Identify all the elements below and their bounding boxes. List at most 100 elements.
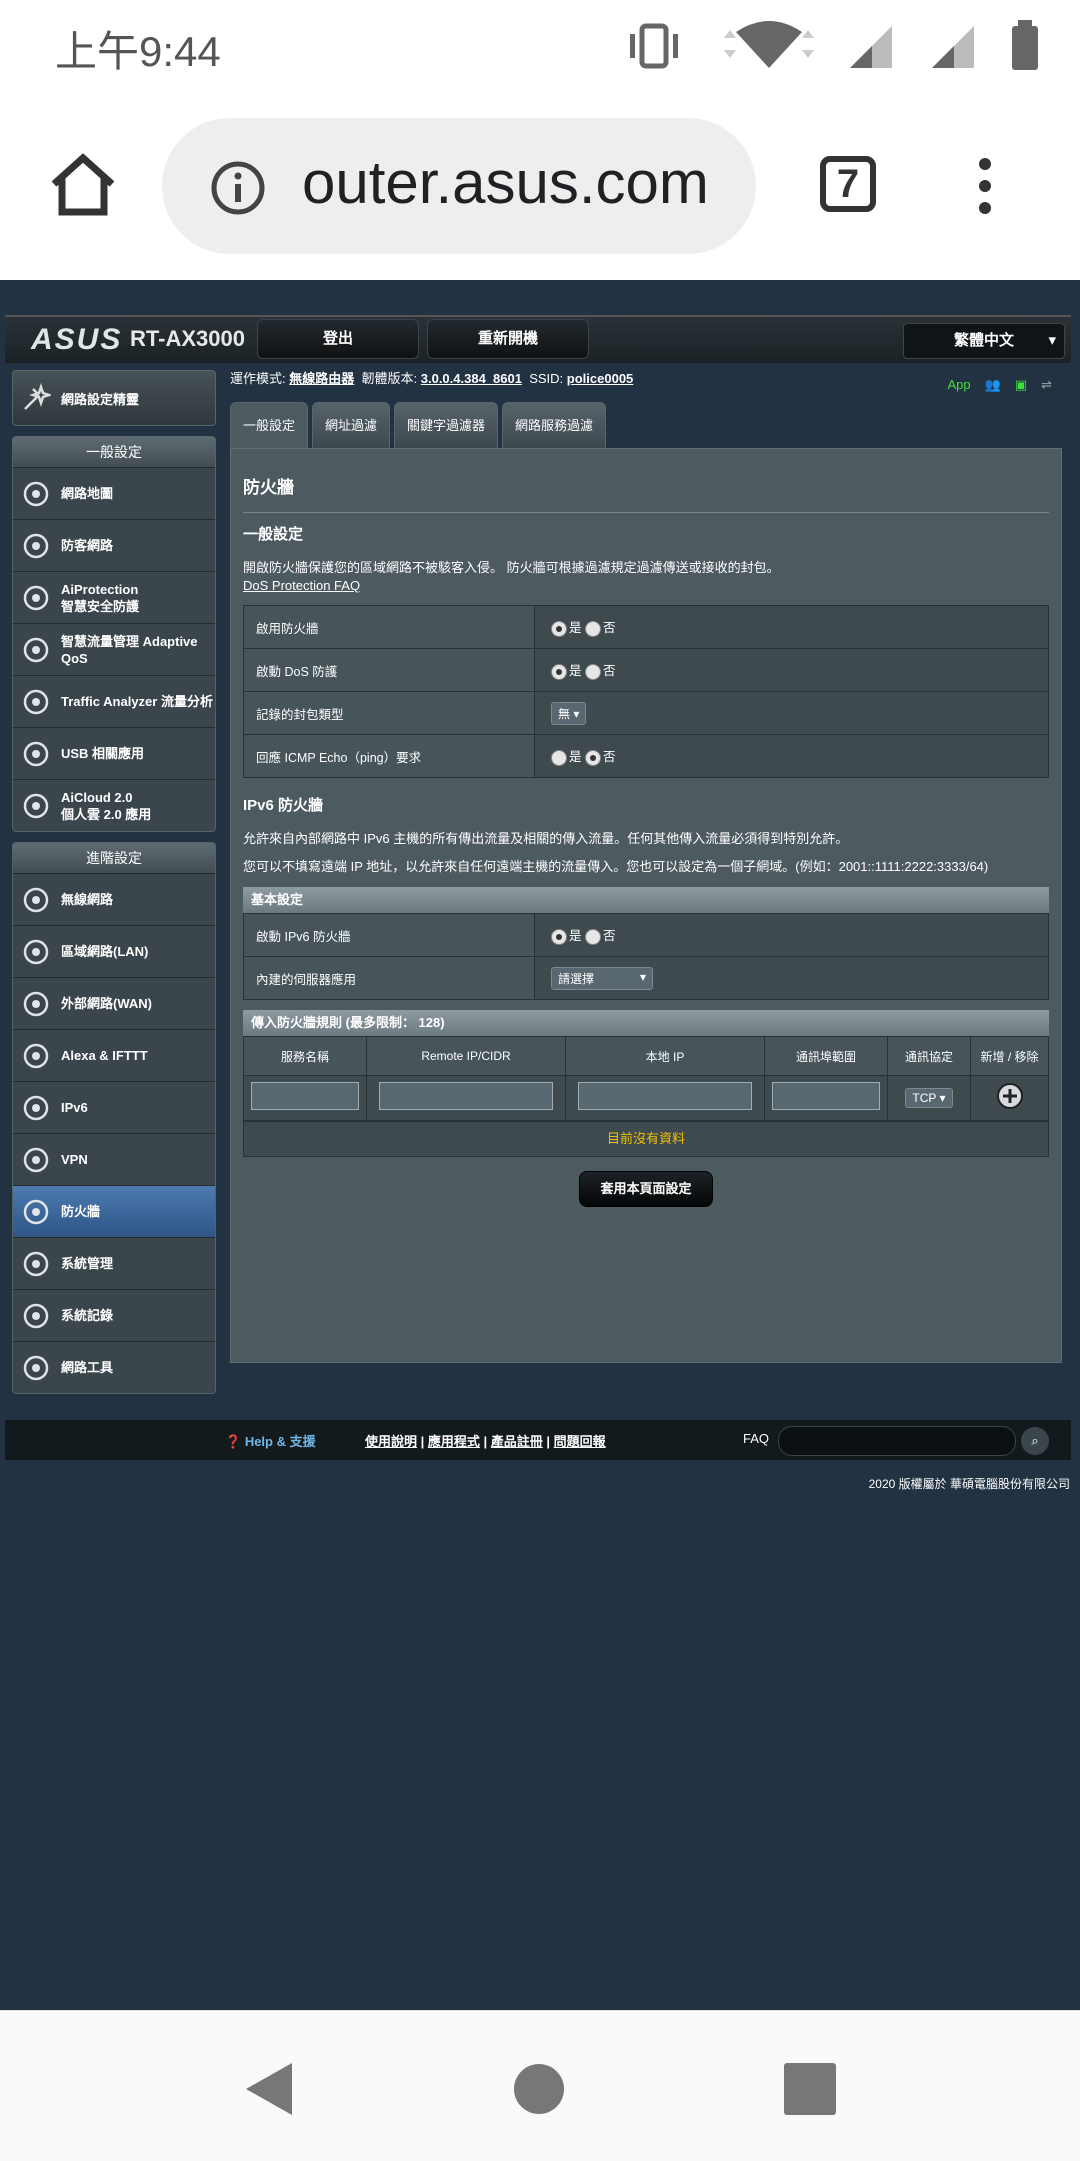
home-icon[interactable] [48,150,118,220]
language-select[interactable]: 繁體中文 ▾ [903,323,1065,359]
yes-label: 是 [569,929,582,944]
protocol-value: TCP [912,1091,937,1105]
network-map-icon [23,481,49,506]
firewall-panel: 防火牆 一般設定 開啟防火牆保護您的區域網路不被駭客入侵。 防火牆可根據過濾規定… [230,448,1062,1363]
sidebar-item[interactable]: 防客網路 [13,519,215,571]
general-settings-section: 一般設定 網路地圖 防客網路 AiProtection 智慧安全防護 智慧流量管理 A… [12,436,216,832]
url-text[interactable]: outer.asus.com [302,148,742,217]
dos-faq-link[interactable]: DoS Protection FAQ [243,578,1049,593]
sidebar-item[interactable]: 系統管理 [13,1237,215,1289]
info-icon[interactable] [210,160,266,216]
lan-icon [23,939,49,964]
ipv6-firewall-yes[interactable] [551,928,567,945]
tab-service-filter[interactable]: 網路服務過濾 [502,402,607,448]
guest-network-icon [23,533,49,558]
remote-ip-input[interactable] [378,1081,554,1110]
enable-firewall-label: 啟用防火牆 [243,605,535,649]
network-tools-icon [23,1355,49,1380]
chevron-down-icon: ▾ [1048,332,1056,349]
logout-button[interactable]: 登出 [257,319,419,359]
dos-protection-no[interactable] [585,663,601,680]
no-label: 否 [603,750,616,765]
table-row: 記錄的封包類型 無 ▾ [243,691,1049,735]
clients-icon[interactable]: 👥 [985,370,1001,400]
protocol-select[interactable]: TCP ▾ [905,1088,953,1108]
dos-protection-label: 啟動 DoS 防護 [243,648,535,692]
traffic-analyzer-icon [23,689,49,714]
more-menu-icon[interactable] [975,156,995,216]
table-row: 啟動 DoS 防護 是 否 [243,648,1049,692]
wizard-icon [24,383,51,410]
sidebar-item[interactable]: USB 相關應用 [13,727,215,779]
url-bar[interactable]: outer.asus.com [162,118,756,254]
page-title: 防火牆 [243,473,1049,513]
usb-status-icon[interactable]: ⇌ [1041,370,1052,400]
enable-firewall-no[interactable] [585,620,601,637]
no-label: 否 [603,621,616,636]
sidebar-item[interactable]: 智慧流量管理 Adaptive QoS [13,623,215,675]
register-link[interactable]: 產品註冊 [491,1434,543,1449]
tab-keyword-filter[interactable]: 關鍵字過濾器 [394,402,499,448]
server-app-select[interactable]: 請選擇 ▾ [551,966,653,990]
sidebar-item[interactable]: AiCloud 2.0 個人雲 2.0 應用 [13,779,215,831]
tab-general[interactable]: 一般設定 [230,402,309,448]
sidebar-item[interactable]: 外部網路(WAN) [13,977,215,1029]
search-icon[interactable]: ⌕ [1021,1427,1049,1455]
home-nav-icon[interactable] [513,2063,565,2115]
tab-url-filter[interactable]: 網址過濾 [312,402,391,448]
sidebar-item[interactable]: Alexa & IFTTT [13,1029,215,1081]
sidebar-item[interactable]: 網路地圖 [13,467,215,519]
recents-icon[interactable] [784,2063,836,2115]
port-range-input[interactable] [772,1081,880,1110]
main-content: 運作模式: 無線路由器 韌體版本: 3.0.0.4.384_8601 SSID:… [230,364,1062,1363]
sidebar-item[interactable]: 防火牆 [13,1185,215,1237]
setup-wizard-label: 網路設定精靈 [61,391,140,407]
col-add-remove: 新增 / 移除 [970,1036,1049,1076]
app-link[interactable]: App [947,370,970,400]
faq-search-input[interactable] [778,1426,1016,1456]
mode-link[interactable]: 無線路由器 [289,371,354,386]
sidebar-item[interactable]: 網路工具 [13,1341,215,1393]
firmware-label: 韌體版本: [361,371,418,386]
apply-button[interactable]: 套用本頁面設定 [579,1171,713,1207]
enable-firewall-yes[interactable] [551,620,567,637]
firewall-settings-table: 啟用防火牆 是 否 啟動 DoS 防護 是 否 記錄的封包類型 無 ▾ 回應 I… [243,605,1049,778]
reboot-button[interactable]: 重新開機 [427,319,589,359]
log-packet-type-value: 無 [558,706,571,721]
ssid-link[interactable]: police0005 [567,371,634,386]
firmware-link[interactable]: 3.0.0.4.384_8601 [421,371,522,386]
aicloud-icon [23,793,49,818]
yes-label: 是 [569,621,582,636]
sidebar-item[interactable]: VPN [13,1133,215,1185]
feedback-link[interactable]: 問題回報 [554,1434,606,1449]
monitor-icon[interactable]: ▣ [1015,370,1027,400]
manual-link[interactable]: 使用說明 [365,1434,417,1449]
sidebar-item[interactable]: 系統記錄 [13,1289,215,1341]
icmp-echo-no[interactable] [585,749,601,766]
icmp-echo-yes[interactable] [551,749,567,766]
tab-switcher-button[interactable]: 7 [820,156,876,212]
dos-protection-yes[interactable] [551,663,567,680]
sidebar-item[interactable]: AiProtection 智慧安全防護 [13,571,215,623]
server-app-value: 請選擇 [558,971,595,986]
add-rule-icon[interactable] [996,1082,1024,1110]
sidebar-item[interactable]: Traffic Analyzer 流量分析 [13,675,215,727]
back-icon[interactable] [240,2059,296,2119]
sidebar-item[interactable]: 無線網路 [13,873,215,925]
ipv6-firewall-no[interactable] [585,928,601,945]
setup-wizard-button[interactable]: 網路設定精靈 [12,370,216,426]
help-support-link[interactable]: ❓ Help & 支援 [225,1431,316,1450]
sidebar-item-label: Traffic Analyzer 流量分析 [61,694,213,709]
utility-link[interactable]: 應用程式 [428,1434,480,1449]
table-row: 內建的伺服器應用 請選擇 ▾ [243,956,1049,1000]
advanced-settings-section: 進階設定 無線網路 區域網路(LAN) 外部網路(WAN) Alexa & IFTTT… [12,842,216,1394]
local-ip-input[interactable] [577,1081,753,1110]
log-packet-type-select[interactable]: 無 ▾ [551,701,587,725]
router-page: ASUS RT-AX3000 登出 重新開機 繁體中文 ▾ 網路設定精靈 一般設… [0,280,1080,2010]
advanced-settings-title: 進階設定 [13,843,215,873]
status-time: 上午9:44 [55,28,221,75]
sidebar-item[interactable]: 區域網路(LAN) [13,925,215,977]
sidebar-item[interactable]: IPv6 [13,1081,215,1133]
service-name-input[interactable] [251,1081,359,1110]
inbound-rules-band: 傳入防火牆規則 (最多限制： 128) [243,1010,1049,1036]
